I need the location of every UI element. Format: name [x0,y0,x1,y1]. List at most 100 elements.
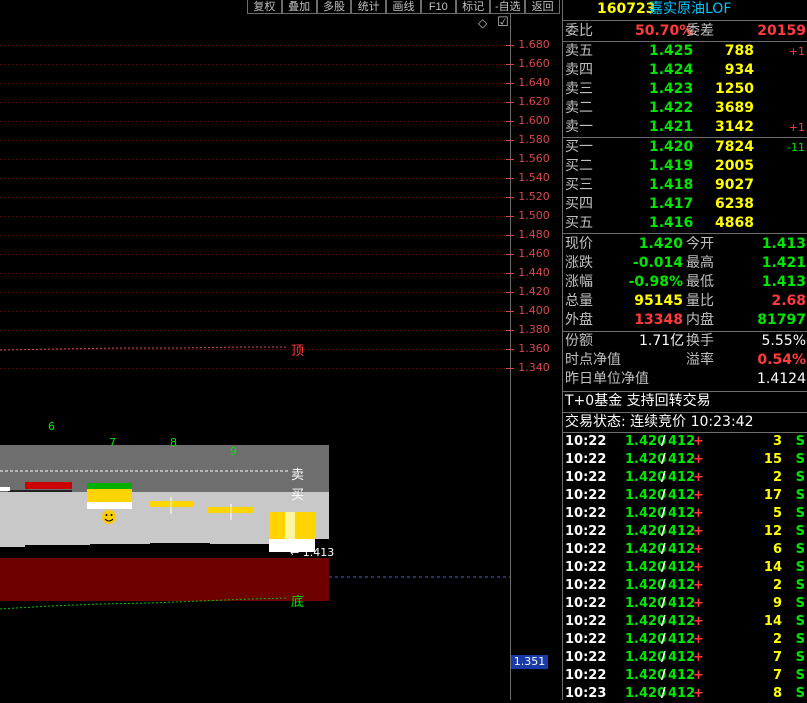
tick-side: S [795,686,805,701]
tick-row[interactable]: 10:22 1.420/412 +9 S [563,595,807,613]
tick-row[interactable]: 10:22 1.420/412 +15 S [563,451,807,469]
toolbar-restore-rights-button[interactable]: 复权 [247,0,282,14]
toolbar-multi-stock-button[interactable]: 多股 [316,0,352,14]
tick-slash: / [661,452,666,467]
tick-side: S [795,434,805,449]
tick-volume: 14 [763,560,782,575]
stock-code: 160723 [597,1,656,17]
toolbar-overlay-button[interactable]: 叠加 [281,0,317,14]
tick-row[interactable]: 10:22 1.420/412 +14 S [563,613,807,631]
tick-side: S [795,650,805,665]
tick-side: S [795,614,805,629]
tick-slash: / [661,542,666,557]
ask-row[interactable]: 卖三 1.423 1250 [563,80,807,99]
bid-volume: 7824 [715,139,754,155]
quote-label: 涨跌 [565,255,593,271]
ask-volume: 788 [724,43,754,59]
tick-row[interactable]: 10:22 1.420/412 +5 S [563,505,807,523]
candle-yellow [87,489,132,502]
tick-row[interactable]: 10:22 1.420/412 +3 S [563,433,807,451]
tick-slash: / [661,686,666,701]
tick-row[interactable]: 10:22 1.420/412 +7 S [563,667,807,685]
tick-price: 1.420 [625,686,667,701]
bid-row[interactable]: 买三 1.418 9027 [563,176,807,195]
ask-row[interactable]: 卖四 1.424 934 [563,61,807,80]
diamond-icon[interactable]: ◇ [478,16,487,30]
bid-row[interactable]: 买五 1.416 4868 [563,214,807,233]
tick-row[interactable]: 10:22 1.420/412 +17 S [563,487,807,505]
tick-sub: 412 [668,596,696,611]
tick-slash: / [661,524,666,539]
tick-slash: / [661,506,666,521]
tick-price: 1.420 [625,650,667,665]
tick-time: 10:22 [565,470,607,485]
bid-row[interactable]: 买二 1.419 2005 [563,157,807,176]
price-axis-label: 1.360 [518,342,550,355]
tick-row[interactable]: 10:23 1.420/412 +8 S [563,685,807,703]
tick-price: 1.420 [625,524,667,539]
tick-time: 10:22 [565,542,607,557]
price-axis-label: 1.580 [518,133,550,146]
quote-panel: 160723 嘉实原油LOF 委比 50.70% 委差 20159 卖五 1.42… [562,0,807,703]
tick-direction: + [693,506,704,521]
toolbar-back-button[interactable]: 返回 [525,0,561,14]
price-axis-label: 1.660 [518,57,550,70]
price-axis-label: 1.520 [518,190,550,203]
tick-volume: 15 [763,452,782,467]
turnover-value: 5.55% [761,333,806,349]
bid-price: 1.420 [649,139,694,155]
quote-row: 涨跌 -0.014 最高 1.421 [563,254,807,273]
ask-level-label: 卖五 [565,43,593,59]
tick-sub: 412 [668,560,696,575]
bid-level-label: 买一 [565,139,593,155]
tick-direction: + [693,614,704,629]
quote-value: 81797 [757,312,806,328]
prev-nav-label: 昨日单位净值 [565,371,649,387]
tick-row[interactable]: 10:22 1.420/412 +7 S [563,649,807,667]
bid-volume: 9027 [715,177,754,193]
tick-sub: 412 [668,524,696,539]
price-axis-label: 1.560 [518,152,550,165]
price-axis-label: 1.540 [518,171,550,184]
tick-direction: + [693,470,704,485]
price-axis-label: 1.420 [518,285,550,298]
bid-level-label: 买三 [565,177,593,193]
candle-red [25,482,72,489]
tick-volume: 6 [772,542,782,557]
toolbar-f10-button[interactable]: F10 [420,0,456,14]
toolbar-remove-favorite-button[interactable]: -自选 [490,0,526,14]
ask-price: 1.422 [649,100,694,116]
order-ratio-row: 委比 50.70% 委差 20159 [563,22,807,41]
tick-row[interactable]: 10:22 1.420/412 +2 S [563,469,807,487]
checkbox-icon[interactable]: ☑ [497,15,509,30]
tick-row[interactable]: 10:22 1.420/412 +2 S [563,577,807,595]
toolbar-draw-line-button[interactable]: 画线 [386,0,421,14]
quote-value: 1.413 [761,274,806,290]
tick-direction: + [693,452,704,467]
toolbar-stats-button[interactable]: 统计 [351,0,387,14]
tick-row[interactable]: 10:22 1.420/412 +2 S [563,631,807,649]
bid-row[interactable]: 买一 1.420 7824 -11 [563,138,807,157]
ask-level-label: 卖二 [565,100,593,116]
ask-row[interactable]: 卖二 1.422 3689 [563,99,807,118]
ask-change: +1 [788,121,805,134]
ask-row[interactable]: 卖一 1.421 3142 +1 [563,118,807,137]
candle-white-base [87,502,132,509]
tick-price: 1.420 [625,542,667,557]
tick-time: 10:22 [565,614,607,629]
tick-row[interactable]: 10:22 1.420/412 +12 S [563,523,807,541]
tick-row[interactable]: 10:22 1.420/412 +6 S [563,541,807,559]
ask-row[interactable]: 卖五 1.425 788 +1 [563,42,807,61]
count-label-8: 8 [170,436,177,449]
count-label-9: 9 [230,445,237,458]
tick-row[interactable]: 10:22 1.420/412 +14 S [563,559,807,577]
fund-amount-label: 份额 [565,333,593,349]
count-label-6: 6 [48,420,55,433]
tick-slash: / [661,650,666,665]
bid-row[interactable]: 买四 1.417 6238 [563,195,807,214]
toolbar-mark-button[interactable]: 标记 [455,0,491,14]
quote-row: 现价 1.420 今开 1.413 [563,235,807,254]
bid-price: 1.418 [649,177,694,193]
price-chart[interactable]: 6 7 8 9 顶 底 卖 买 ← 1.413 ◇ ☑ 1.680 1.660 1.… [0,14,560,700]
tick-direction: + [693,578,704,593]
